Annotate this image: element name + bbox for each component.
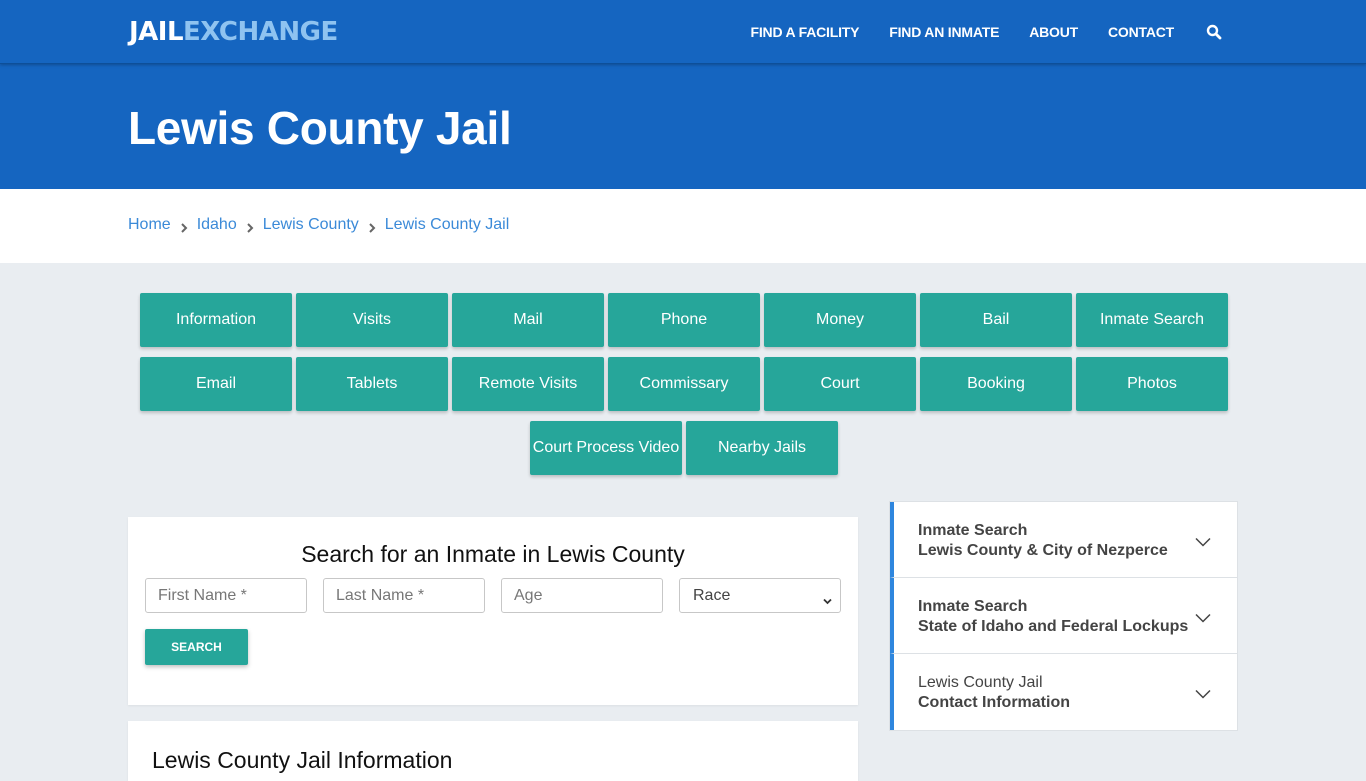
link-visits[interactable]: Visits — [296, 293, 448, 347]
link-phone[interactable]: Phone — [608, 293, 760, 347]
inmate-search-card: Search for an Inmate in Lewis County Rac… — [128, 517, 858, 705]
link-remote-visits[interactable]: Remote Visits — [452, 357, 604, 411]
nav-about[interactable]: ABOUT — [1029, 24, 1078, 40]
link-bail[interactable]: Bail — [920, 293, 1072, 347]
nav-find-facility[interactable]: FIND A FACILITY — [751, 24, 860, 40]
race-select-value: Race — [693, 586, 731, 604]
age-input[interactable] — [501, 578, 663, 613]
link-money[interactable]: Money — [764, 293, 916, 347]
accordion-line2: State of Idaho and Federal Lockups — [918, 618, 1189, 635]
accordion-item-county-search[interactable]: Inmate Search Lewis County & City of Nez… — [890, 502, 1237, 578]
link-commissary[interactable]: Commissary — [608, 357, 760, 411]
link-photos[interactable]: Photos — [1076, 357, 1228, 411]
breadcrumb: Home Idaho Lewis County Lewis County Jai… — [128, 216, 509, 234]
top-navbar: JAILEXCHANGE FIND A FACILITY FIND AN INM… — [0, 0, 1366, 64]
accordion-line2: Lewis County & City of Nezperce — [918, 542, 1168, 559]
accordion-item-text: Inmate Search Lewis County & City of Nez… — [918, 521, 1168, 561]
site-logo[interactable]: JAILEXCHANGE — [129, 17, 338, 47]
breadcrumb-county[interactable]: Lewis County — [263, 216, 359, 234]
accordion-item-contact-info[interactable]: Lewis County Jail Contact Information — [890, 654, 1237, 730]
breadcrumb-bar: Home Idaho Lewis County Lewis County Jai… — [0, 189, 1366, 263]
search-button[interactable]: SEARCH — [145, 629, 248, 665]
race-select[interactable]: Race — [679, 578, 841, 613]
accordion-line1: Lewis County Jail — [918, 674, 1043, 691]
search-icon[interactable] — [1206, 24, 1222, 40]
nav-find-inmate[interactable]: FIND AN INMATE — [889, 24, 999, 40]
last-name-input[interactable] — [323, 578, 485, 613]
quick-links-row: Information Visits Mail Phone Money Bail… — [139, 293, 1229, 347]
chevron-right-icon — [368, 220, 376, 233]
logo-exchange-text: EXCHANGE — [183, 17, 338, 47]
accordion-line1: Inmate Search — [918, 598, 1028, 615]
breadcrumb-home[interactable]: Home — [128, 216, 171, 234]
chevron-down-icon — [823, 592, 832, 605]
link-court-process-video[interactable]: Court Process Video — [530, 421, 682, 475]
quick-links-row: Email Tablets Remote Visits Commissary C… — [139, 357, 1229, 411]
link-nearby-jails[interactable]: Nearby Jails — [686, 421, 838, 475]
accordion-item-text: Lewis County Jail Contact Information — [918, 673, 1070, 713]
main-nav: FIND A FACILITY FIND AN INMATE ABOUT CON… — [721, 0, 1222, 64]
chevron-right-icon — [246, 220, 254, 233]
chevron-down-icon[interactable] — [1195, 686, 1211, 699]
jail-information-card: Lewis County Jail Information — [128, 721, 858, 781]
link-email[interactable]: Email — [140, 357, 292, 411]
breadcrumb-state[interactable]: Idaho — [197, 216, 237, 234]
breadcrumb-facility[interactable]: Lewis County Jail — [385, 216, 510, 234]
quick-links-grid: Information Visits Mail Phone Money Bail… — [139, 293, 1229, 485]
accordion-item-state-search[interactable]: Inmate Search State of Idaho and Federal… — [890, 578, 1237, 654]
nav-contact[interactable]: CONTACT — [1108, 24, 1174, 40]
info-section-title: Lewis County Jail Information — [152, 747, 453, 773]
quick-links-row: Court Process Video Nearby Jails — [139, 421, 1229, 475]
sidebar-accordion: Inmate Search Lewis County & City of Nez… — [889, 501, 1238, 731]
logo-jail-text: JAIL — [129, 17, 184, 47]
chevron-down-icon[interactable] — [1195, 610, 1211, 623]
chevron-down-icon[interactable] — [1195, 534, 1211, 547]
accordion-line1: Inmate Search — [918, 522, 1028, 539]
link-inmate-search[interactable]: Inmate Search — [1076, 293, 1228, 347]
link-mail[interactable]: Mail — [452, 293, 604, 347]
accordion-item-text: Inmate Search State of Idaho and Federal… — [918, 597, 1188, 637]
page-title: Lewis County Jail — [128, 102, 512, 154]
link-tablets[interactable]: Tablets — [296, 357, 448, 411]
chevron-right-icon — [180, 220, 188, 233]
link-information[interactable]: Information — [140, 293, 292, 347]
search-card-title: Search for an Inmate in Lewis County — [301, 541, 685, 567]
link-court[interactable]: Court — [764, 357, 916, 411]
link-booking[interactable]: Booking — [920, 357, 1072, 411]
hero-banner: Lewis County Jail — [0, 64, 1366, 189]
first-name-input[interactable] — [145, 578, 307, 613]
accordion-line2: Contact Information — [918, 694, 1070, 711]
